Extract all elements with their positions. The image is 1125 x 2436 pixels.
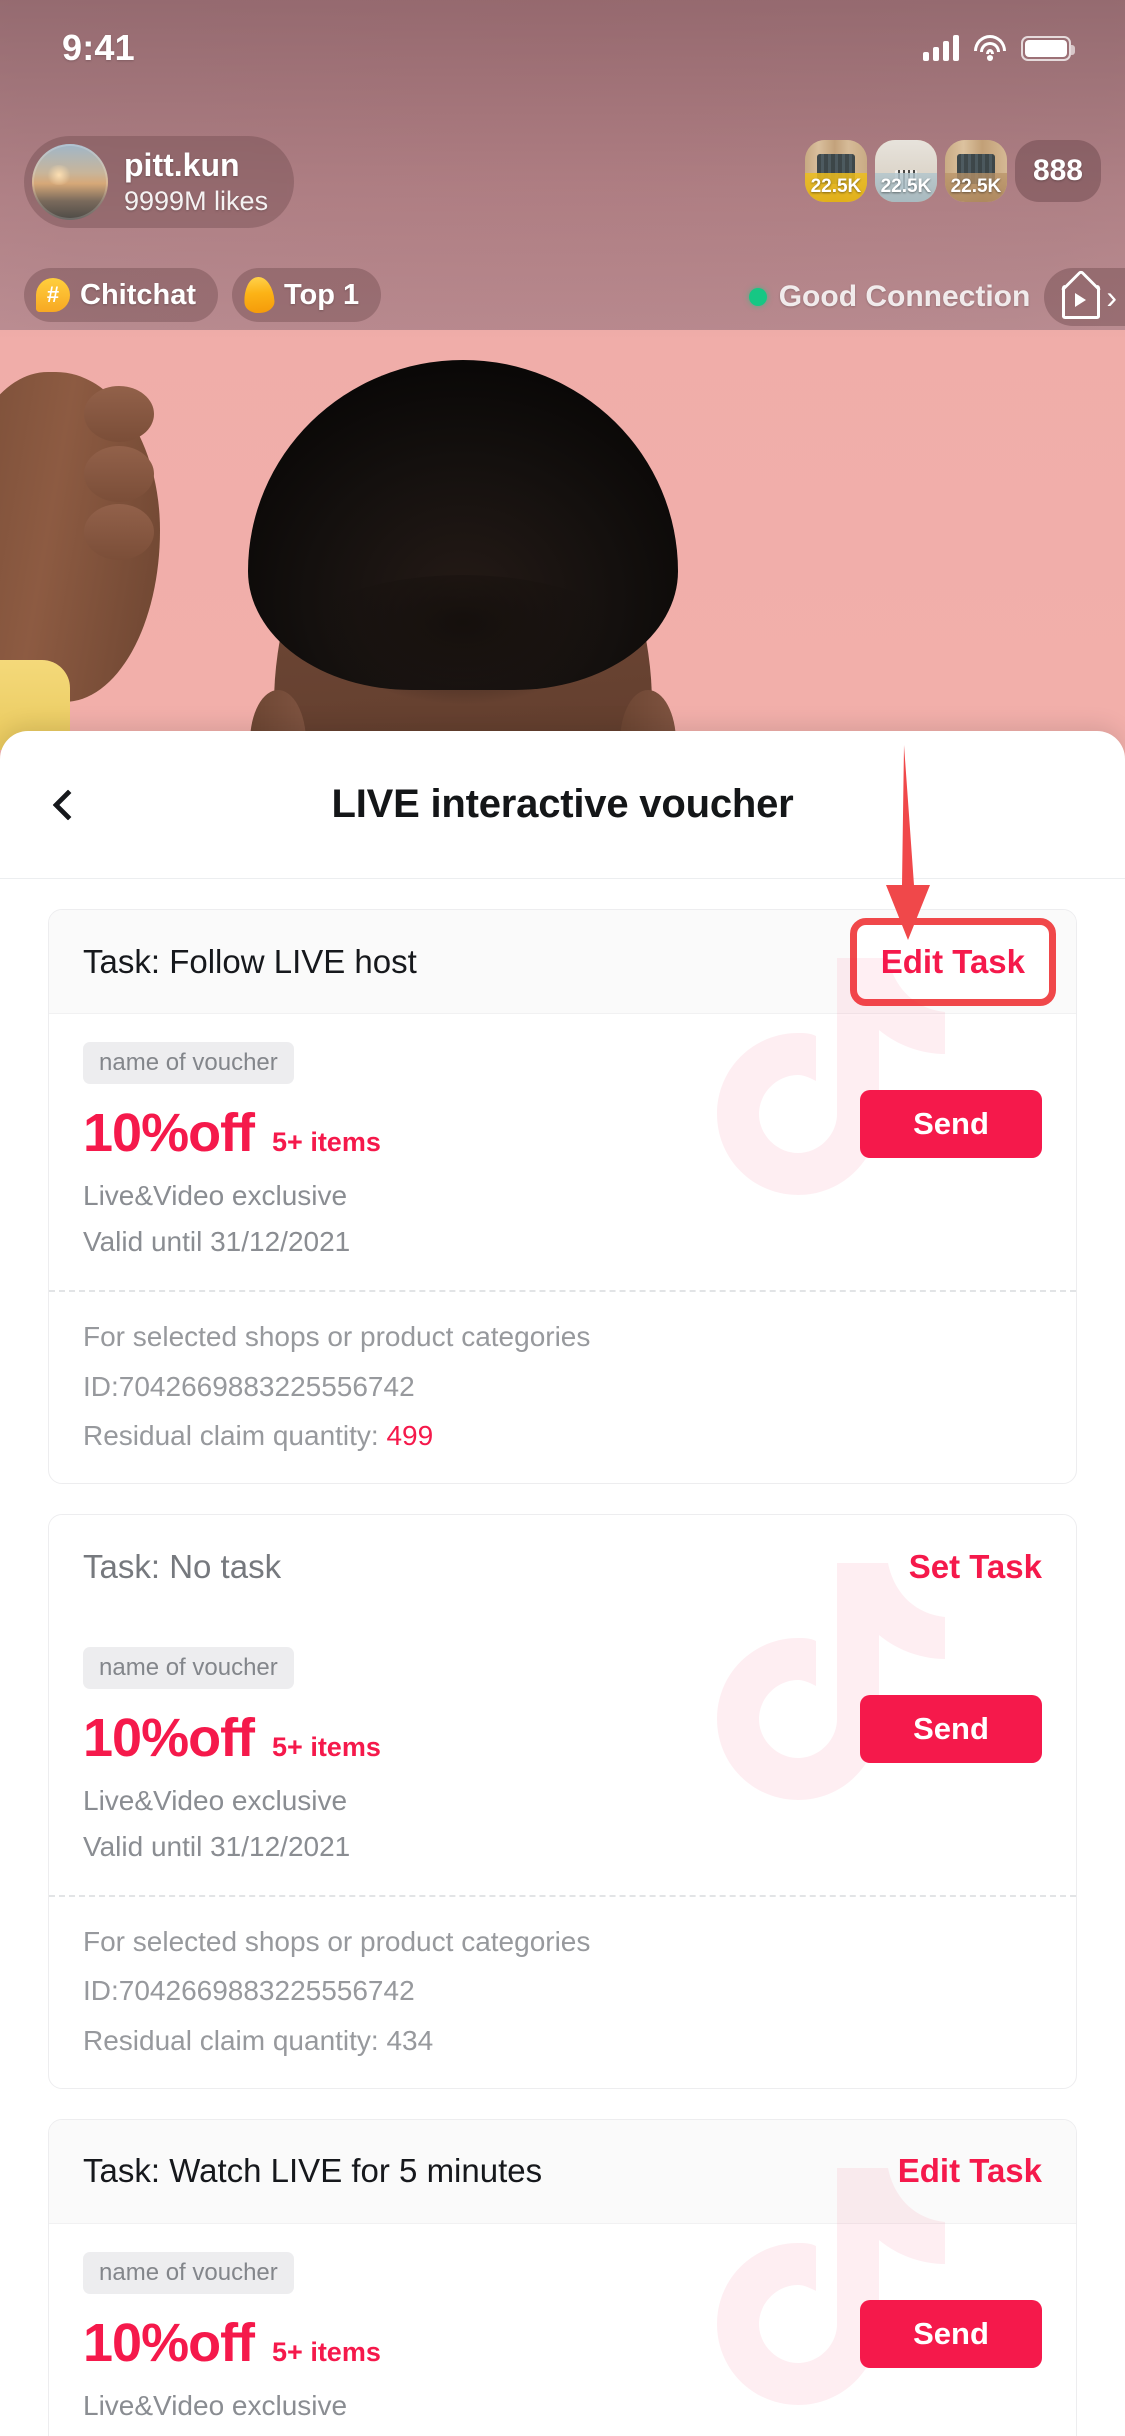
battery-icon: [1021, 36, 1075, 61]
cellular-signal-icon: [923, 35, 959, 61]
voucher-card-footer: For selected shops or product categories…: [49, 1292, 1076, 1483]
set-task-button[interactable]: Set Task: [909, 1548, 1042, 1586]
voucher-residual-label: Residual claim quantity:: [83, 1420, 387, 1452]
voucher-residual: Residual claim quantity: 499: [83, 1419, 1042, 1453]
voucher-card: Task: Follow LIVE host Edit Task name of…: [48, 909, 1077, 1484]
connection-status-label: Good Connection: [778, 280, 1031, 313]
voucher-discount: 10%off: [83, 2312, 255, 2373]
voucher-name-chip: name of voucher: [83, 1042, 294, 1084]
sheet-header: LIVE interactive voucher: [0, 731, 1125, 879]
voucher-card-body: name of voucher 10%off 5+ items Live&Vid…: [49, 1014, 1076, 1284]
voucher-items-condition: 5+ items: [272, 2336, 381, 2367]
voucher-scope: For selected shops or product categories: [83, 1321, 591, 1352]
send-button[interactable]: Send: [860, 1090, 1042, 1158]
wifi-icon: [973, 35, 1007, 61]
voucher-channel: Live&Video exclusive: [83, 1180, 348, 1211]
host-likes-count: 9999M likes: [124, 186, 269, 216]
voucher-residual: Residual claim quantity: 434: [83, 2024, 1042, 2058]
total-viewer-count-badge[interactable]: 888: [1014, 140, 1101, 202]
voucher-discount: 10%off: [83, 1103, 255, 1163]
tag-label: Top 1: [284, 278, 360, 311]
voucher-items-condition: 5+ items: [272, 1731, 381, 1762]
viewer-list[interactable]: 22.5K 22.5K 22.5K 888: [804, 140, 1101, 202]
voucher-name-chip: name of voucher: [83, 2251, 294, 2294]
voucher-bottom-sheet: LIVE interactive voucher Task: Follow LI…: [0, 731, 1125, 2436]
voucher-card-body: name of voucher 10%off 5+ items Live&Vid…: [49, 2224, 1076, 2436]
hashtag-icon: #: [36, 278, 70, 312]
connection-group: Good Connection ›: [748, 268, 1125, 326]
page-title: LIVE interactive voucher: [331, 782, 794, 826]
live-shop-house-icon: [1061, 269, 1102, 319]
viewer-count: 22.5K: [804, 173, 867, 202]
voucher-residual-label: Residual claim quantity:: [83, 2024, 387, 2056]
chevron-right-icon: ›: [1106, 279, 1117, 315]
voucher-residual-value: 434: [386, 2024, 434, 2056]
status-bar: 9:41: [0, 0, 1125, 96]
voucher-items-condition: 5+ items: [272, 1127, 381, 1157]
viewer-thumbnail[interactable]: 22.5K: [804, 140, 867, 202]
host-info-pill[interactable]: pitt.kun 9999M likes: [24, 136, 295, 228]
voucher-validity: Valid until 31/12/2021: [83, 1830, 351, 1862]
live-shop-entry-button[interactable]: ›: [1044, 268, 1125, 326]
voucher-validity: Valid until 31/12/2021: [83, 1226, 351, 1257]
edit-task-button[interactable]: Edit Task: [849, 917, 1056, 1006]
back-button[interactable]: [40, 777, 96, 833]
tag-top-1[interactable]: Top 1: [232, 268, 382, 322]
phone-screen: 9:41 pitt.kun 9999M likes 22.5K 22.5K 22…: [0, 0, 1125, 2436]
tag-chitchat[interactable]: # Chitchat: [24, 268, 218, 322]
voucher-discount: 10%off: [83, 1707, 255, 1768]
send-button[interactable]: Send: [860, 1694, 1042, 1763]
voucher-card-list[interactable]: Task: Follow LIVE host Edit Task name of…: [0, 879, 1125, 2436]
voucher-channel: Live&Video exclusive: [83, 2389, 348, 2421]
connection-status: Good Connection: [748, 280, 1031, 314]
avatar[interactable]: [32, 144, 108, 220]
voucher-scope: For selected shops or product categories: [83, 1925, 591, 1957]
viewer-count: 22.5K: [944, 173, 1007, 202]
task-label: Task: No task: [83, 1547, 282, 1585]
status-bar-clock: 9:41: [62, 27, 135, 68]
voucher-card-header: Task: Watch LIVE for 5 minutes Edit Task: [49, 2119, 1076, 2224]
voucher-id: ID:7042669883225556742: [83, 1975, 415, 2007]
viewer-count: 22.5K: [874, 173, 937, 202]
voucher-card-body: name of voucher 10%off 5+ items Live&Vid…: [49, 1619, 1076, 1889]
voucher-residual-value: 499: [386, 1420, 434, 1452]
voucher-card: Task: No task Set Task name of voucher 1…: [48, 1513, 1077, 2089]
voucher-card: Task: Watch LIVE for 5 minutes Edit Task…: [48, 2118, 1077, 2436]
flame-icon: [242, 275, 276, 315]
task-label: Task: Watch LIVE for 5 minutes: [83, 2152, 543, 2190]
voucher-card-header: Task: Follow LIVE host Edit Task: [49, 910, 1076, 1014]
connection-status-dot: [748, 288, 767, 306]
task-label: Task: Follow LIVE host: [83, 942, 417, 980]
chevron-left-icon: [52, 788, 84, 821]
edit-task-button[interactable]: Edit Task: [898, 2152, 1042, 2190]
viewer-thumbnail[interactable]: 22.5K: [874, 140, 937, 202]
voucher-channel: Live&Video exclusive: [83, 1784, 348, 1816]
voucher-id: ID:7042669883225556742: [83, 1370, 415, 1402]
send-button[interactable]: Send: [860, 2299, 1042, 2368]
tag-label: Chitchat: [80, 278, 196, 311]
viewer-thumbnail[interactable]: 22.5K: [944, 140, 1007, 202]
voucher-card-footer: For selected shops or product categories…: [49, 1897, 1076, 2088]
live-tag-row: # Chitchat Top 1: [24, 268, 382, 322]
voucher-name-chip: name of voucher: [83, 1646, 294, 1689]
host-username: pitt.kun: [124, 147, 240, 183]
voucher-card-header: Task: No task Set Task: [49, 1514, 1076, 1619]
